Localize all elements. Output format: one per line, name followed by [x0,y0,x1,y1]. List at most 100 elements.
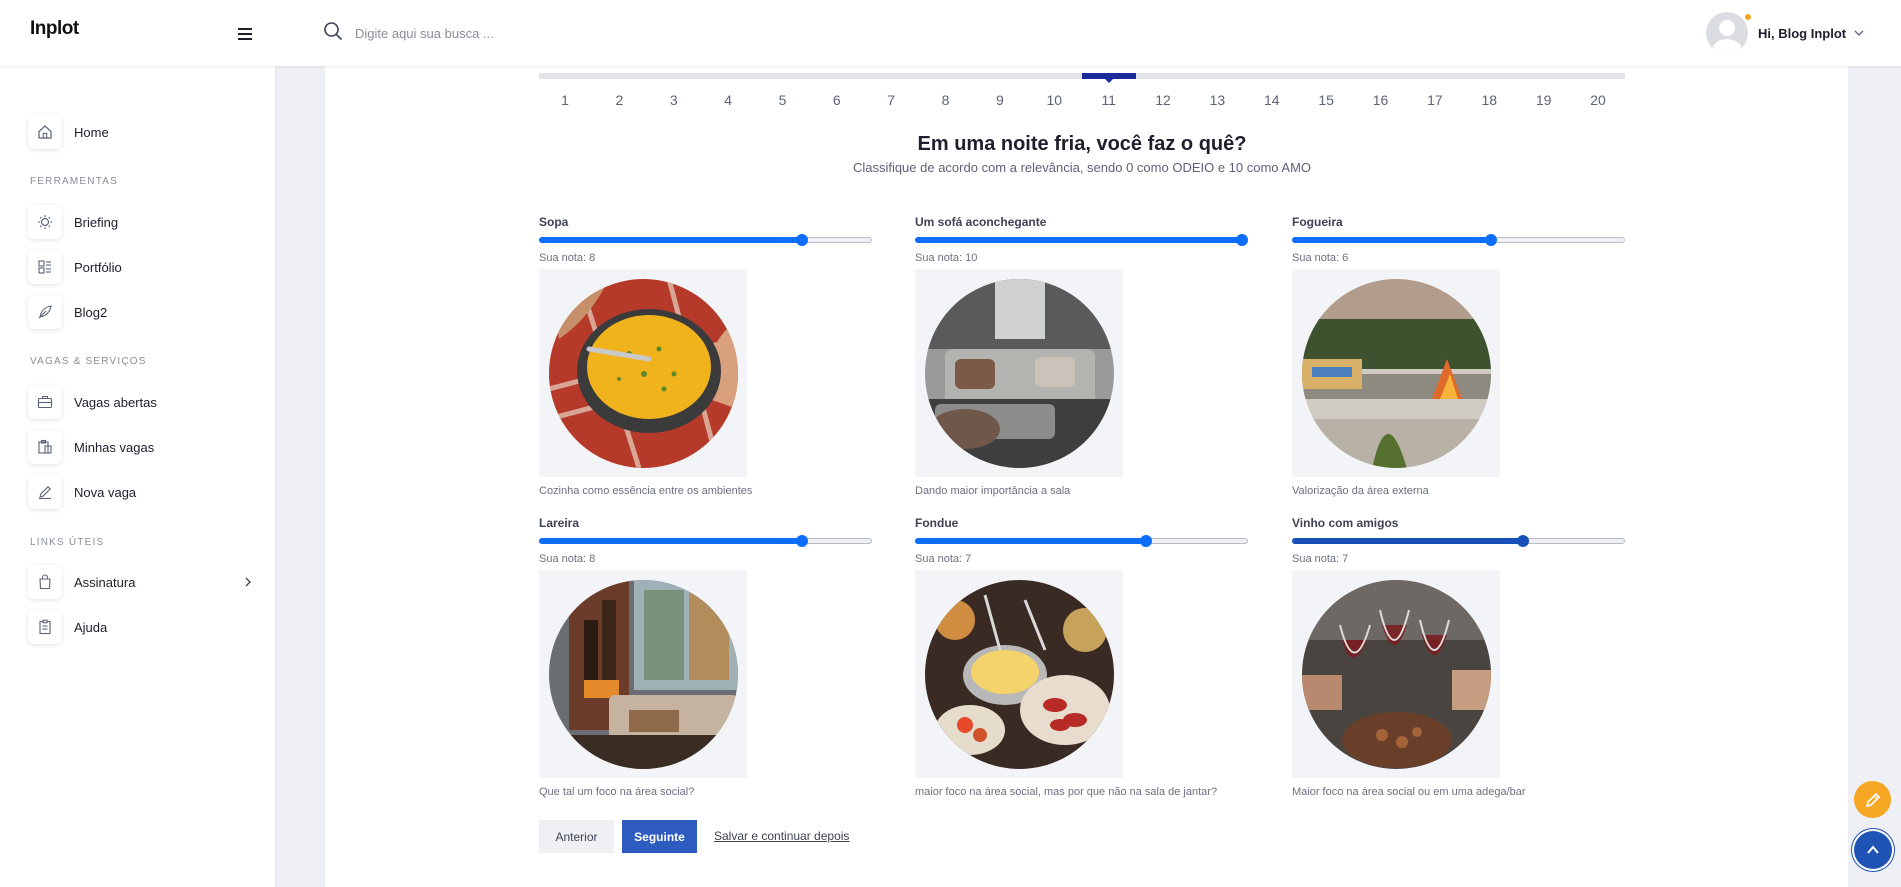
rating-slider[interactable] [1292,535,1625,547]
sidebar-item-home[interactable]: Home [28,115,253,149]
briefcase-icon [28,385,62,419]
rating-item: Lareira Sua nota: 8 Que tal um foco na á… [539,516,872,816]
previous-button[interactable]: Anterior [539,820,614,853]
item-title: Vinho com amigos [1292,516,1399,530]
edit-fab-button[interactable] [1854,781,1891,818]
pencil-icon [28,475,62,509]
step-5[interactable]: 5 [762,92,802,108]
step-1[interactable]: 1 [545,92,585,108]
sidebar-item-subscription[interactable]: Assinatura [28,565,253,599]
step-4[interactable]: 4 [708,92,748,108]
item-score: Sua nota: 8 [539,252,596,264]
item-caption: Valorização da área externa [1292,485,1429,497]
item-title: Fogueira [1292,215,1343,229]
sidebar-item-new-job[interactable]: Nova vaga [28,475,253,509]
fondue-image [925,580,1114,769]
step-6[interactable]: 6 [817,92,857,108]
question-title: Em uma noite fria, você faz o quê? [917,133,1247,155]
item-title: Lareira [539,516,580,530]
logo[interactable]: Inplot [30,18,79,40]
sidebar-label-home: Home [74,124,109,140]
sidebar-item-blog2[interactable]: Blog2 [28,295,253,329]
item-photo [915,269,1123,477]
step-2[interactable]: 2 [599,92,639,108]
item-title: Um sofá aconchegante [915,215,1047,229]
rating-slider[interactable] [915,234,1248,246]
step-7[interactable]: 7 [871,92,911,108]
save-later-link[interactable]: Salvar e continuar depois [714,829,849,843]
soup-image [549,279,738,468]
section-links: LINKS ÚTEIS [30,537,105,548]
rating-item: Um sofá aconchegante Sua nota: 10 Dando … [915,215,1248,515]
rating-slider[interactable] [1292,234,1625,246]
slider-thumb[interactable] [1139,535,1152,547]
step-18[interactable]: 18 [1469,92,1509,108]
sidebar-label-portfolio: Portfólio [74,259,122,275]
item-score: Sua nota: 7 [915,553,972,565]
item-caption: maior foco na área social, mas por que n… [915,786,1218,798]
section-tools: FERRAMENTAS [30,176,119,187]
rating-item: Vinho com amigos Sua nota: 7 Maior foco … [1292,516,1625,816]
wine-image [1302,580,1491,769]
item-photo [1292,570,1500,778]
shopping-bag-icon [28,565,62,599]
item-title: Fondue [915,516,959,530]
step-16[interactable]: 16 [1361,92,1401,108]
step-9[interactable]: 9 [980,92,1020,108]
step-list: 1 2 3 4 5 6 7 8 9 10 11 12 13 14 15 16 17 18 19 20 [539,92,1625,112]
top-header: Inplot Hi, Blog Inplot [0,0,1901,66]
step-15[interactable]: 15 [1306,92,1346,108]
firepit-image [1302,279,1491,468]
step-10[interactable]: 10 [1034,92,1074,108]
rating-item: Fogueira Sua nota: 6 Valorização da área… [1292,215,1625,515]
rating-slider[interactable] [539,234,872,246]
sidebar-item-help[interactable]: Ajuda [28,610,253,644]
item-photo [539,269,747,477]
sidebar-item-briefing[interactable]: Briefing [28,205,253,239]
sidebar-item-open-jobs[interactable]: Vagas abertas [28,385,253,419]
slider-thumb[interactable] [795,234,808,246]
rating-item: Sopa Sua nota: 8 Cozinha como essência e… [539,215,872,515]
menu-toggle-icon[interactable] [238,28,253,40]
next-button[interactable]: Seguinte [622,820,697,853]
sidebar-label-open-jobs: Vagas abertas [74,394,157,410]
sidebar-item-portfolio[interactable]: Portfólio [28,250,253,284]
step-13[interactable]: 13 [1197,92,1237,108]
pencil-icon [1865,792,1880,807]
user-menu[interactable]: Hi, Blog Inplot [1706,11,1864,55]
fireplace-image [549,580,738,769]
sidebar-label-subscription: Assinatura [74,574,136,590]
step-19[interactable]: 19 [1524,92,1564,108]
sidebar-label-help: Ajuda [74,619,108,635]
item-score: Sua nota: 7 [1292,553,1349,565]
slider-thumb[interactable] [1516,535,1529,547]
item-caption: Dando maior importância a sala [915,485,1071,497]
step-8[interactable]: 8 [926,92,966,108]
home-icon [28,115,62,149]
item-score: Sua nota: 10 [915,252,978,264]
step-11[interactable]: 11 [1089,92,1129,108]
slider-thumb[interactable] [1236,234,1248,246]
sidebar-label-briefing: Briefing [74,214,119,230]
step-12[interactable]: 12 [1143,92,1183,108]
step-20[interactable]: 20 [1578,92,1618,108]
item-caption: Cozinha como essência entre os ambientes [539,485,753,497]
slider-thumb[interactable] [1484,234,1497,246]
search-input[interactable] [355,21,755,45]
user-name: Hi, Blog Inplot [1758,25,1847,41]
item-score: Sua nota: 6 [1292,252,1349,264]
slider-thumb[interactable] [795,535,808,547]
sidebar-item-my-jobs[interactable]: Minhas vagas [28,430,253,464]
step-17[interactable]: 17 [1415,92,1455,108]
rating-item: Fondue Sua nota: 7 maior foco na área so… [915,516,1248,816]
avatar [1706,12,1748,54]
item-photo [539,570,747,778]
section-jobs: VAGAS & SERVIÇOS [30,356,147,367]
item-caption: Maior foco na área social ou em uma adeg… [1292,786,1526,798]
step-3[interactable]: 3 [654,92,694,108]
rating-slider[interactable] [915,535,1248,547]
step-14[interactable]: 14 [1252,92,1292,108]
checklist-icon [28,610,62,644]
rating-slider[interactable] [539,535,872,547]
scroll-top-button[interactable] [1854,831,1892,869]
